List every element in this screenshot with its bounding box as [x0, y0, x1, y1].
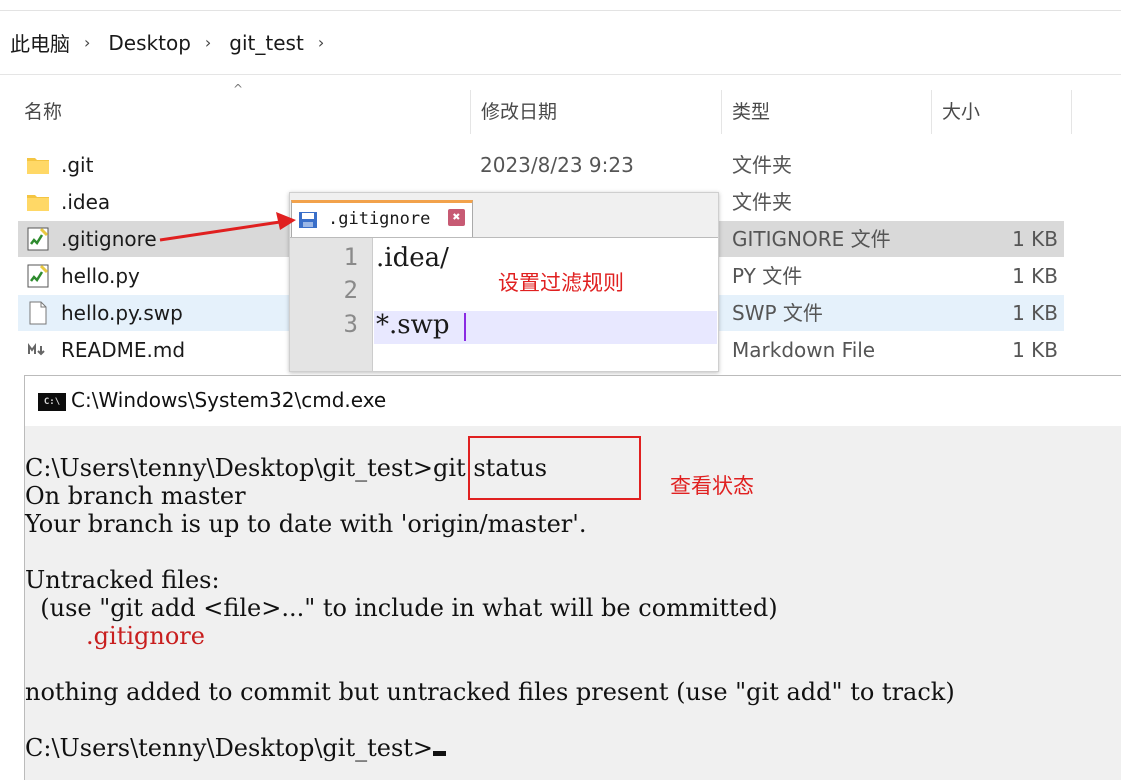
file-name: .gitignore: [61, 227, 157, 251]
cmd-output-line: On branch master: [25, 482, 246, 510]
line-number: 1: [343, 243, 358, 271]
file-type: 文件夹: [732, 190, 792, 214]
cmd-cursor: [433, 751, 447, 756]
close-icon[interactable]: ✖: [448, 209, 465, 226]
file-type: 文件夹: [732, 153, 792, 177]
code-line[interactable]: *.swp: [376, 310, 450, 340]
editor-tab-bar: .gitignore ✖: [290, 193, 718, 238]
file-name: .idea: [61, 190, 111, 214]
annotation-check-status: 查看状态: [670, 474, 754, 498]
column-header-size[interactable]: 大小: [932, 90, 1072, 134]
file-row[interactable]: .git 2023/8/23 9:23 文件夹: [18, 147, 1064, 183]
breadcrumb-desktop[interactable]: Desktop: [108, 31, 190, 55]
breadcrumb-git-test[interactable]: git_test: [229, 31, 304, 55]
cmd-output-line: nothing added to commit but untracked fi…: [25, 678, 955, 706]
cmd-untracked-file: .gitignore: [25, 622, 205, 650]
file-type: SWP 文件: [732, 301, 823, 325]
cmd-title: C:\Windows\System32\cmd.exe: [71, 388, 387, 412]
cmd-output-line: (use "git add <file>..." to include in w…: [25, 594, 778, 622]
file-size: 1 KB: [1012, 301, 1058, 325]
line-number: 2: [343, 276, 358, 304]
file-size: 1 KB: [1012, 338, 1058, 362]
markdown-file-icon: [28, 343, 45, 356]
file-name: hello.py.swp: [61, 301, 183, 325]
notepad-file-icon: [27, 264, 49, 288]
file-size: 1 KB: [1012, 227, 1058, 251]
folder-icon: [27, 195, 49, 211]
file-date: 2023/8/23 9:23: [480, 153, 634, 177]
annotation-box-git-status: [468, 436, 641, 500]
blank-file-icon: [29, 301, 47, 325]
column-headers: 名称 修改日期 类型 大小: [0, 90, 1121, 136]
file-name: hello.py: [61, 264, 140, 288]
cmd-title-bar[interactable]: C:\ C:\Windows\System32\cmd.exe: [25, 376, 1121, 426]
notepad-file-icon: [27, 227, 49, 251]
cmd-app-icon: C:\: [38, 393, 66, 411]
file-type: Markdown File: [732, 338, 876, 362]
file-type: GITIGNORE 文件: [732, 227, 891, 251]
cmd-prompt: C:\Users\tenny\Desktop\git_test>: [25, 734, 434, 762]
save-disk-icon: [299, 212, 317, 228]
text-caret: [464, 313, 466, 341]
column-header-type[interactable]: 类型: [722, 90, 932, 134]
file-name: .git: [61, 153, 94, 177]
file-size: 1 KB: [1012, 264, 1058, 288]
column-header-name[interactable]: 名称: [14, 90, 471, 134]
chevron-right-icon[interactable]: ›: [318, 33, 324, 52]
code-line[interactable]: .idea/: [376, 243, 449, 273]
file-name: README.md: [61, 338, 186, 362]
line-number-gutter: 1 2 3: [290, 238, 373, 371]
window-top-strip: [0, 0, 1121, 11]
annotation-filter-rules: 设置过滤规则: [498, 271, 624, 295]
column-header-date[interactable]: 修改日期: [471, 90, 722, 134]
chevron-right-icon[interactable]: ›: [84, 33, 90, 52]
breadcrumb: 此电脑 › Desktop › git_test ›: [0, 11, 1121, 75]
tab-gitignore[interactable]: .gitignore ✖: [291, 200, 473, 237]
breadcrumb-this-pc[interactable]: 此电脑: [10, 28, 70, 57]
folder-icon: [27, 158, 49, 174]
chevron-right-icon[interactable]: ›: [205, 33, 211, 52]
cmd-output-line: Untracked files:: [25, 566, 220, 594]
cmd-prompt-line[interactable]: C:\Users\tenny\Desktop\git_test>: [25, 734, 447, 762]
file-type: PY 文件: [732, 264, 803, 288]
cmd-output-line: Your branch is up to date with 'origin/m…: [25, 510, 587, 538]
tab-label: .gitignore: [328, 209, 431, 229]
line-number: 3: [343, 310, 358, 338]
